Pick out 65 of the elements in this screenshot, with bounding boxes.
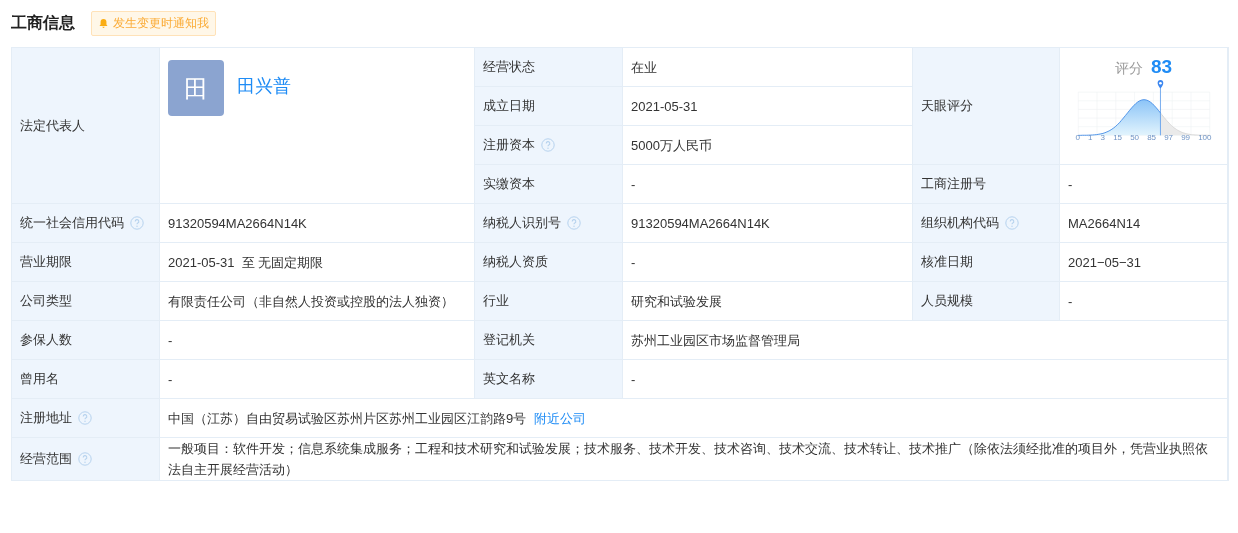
field-value: 有限责任公司（非自然人投资或控股的法人独资）: [160, 282, 474, 320]
field-label: 核准日期: [913, 243, 1059, 281]
help-icon[interactable]: [78, 452, 92, 466]
axis-label: 99: [1181, 133, 1191, 143]
field-label: 组织机构代码: [921, 214, 999, 232]
field-value: 2021−05−31: [1060, 243, 1227, 281]
axis-label: 3: [1100, 133, 1106, 143]
score-value: 83: [1150, 56, 1173, 77]
field-label: 注册资本: [483, 136, 535, 154]
field-value: MA2664N14: [1060, 204, 1227, 242]
field-value: -: [623, 165, 912, 203]
field-label: 注册地址: [20, 409, 72, 427]
help-icon[interactable]: [541, 138, 555, 152]
axis-label: 0: [1075, 133, 1080, 143]
field-value: 中国（江苏）自由贸易试验区苏州片区苏州工业园区江韵路9号: [168, 409, 527, 428]
axis-label: 100: [1198, 133, 1212, 143]
field-value: 5000万人民币: [623, 126, 912, 164]
field-label: 统一社会信用代码: [20, 214, 124, 232]
notify-button[interactable]: 发生变更时通知我: [91, 10, 216, 36]
axis-label: 85: [1147, 133, 1157, 143]
field-value: -: [1060, 282, 1227, 320]
axis-label: 50: [1130, 133, 1140, 143]
field-value: -: [623, 360, 1227, 398]
field-value: 91320594MA2664N14K: [623, 204, 912, 242]
field-value: 2021-05-31: [623, 87, 912, 125]
nearby-link[interactable]: 附近公司: [534, 407, 587, 429]
help-icon[interactable]: [78, 411, 92, 425]
help-icon[interactable]: [567, 216, 581, 230]
field-value: -: [160, 360, 474, 398]
field-label: 天眼评分: [913, 48, 1059, 164]
field-value: -: [1060, 165, 1227, 203]
field-value: 91320594MA2664N14K: [160, 204, 474, 242]
section-title: 工商信息: [11, 12, 75, 33]
field-label: 登记机关: [475, 321, 622, 359]
field-label: 经营状态: [475, 48, 622, 86]
avatar: 田: [168, 60, 224, 116]
axis-label: 15: [1113, 133, 1123, 143]
axis-label: 1: [1088, 133, 1093, 143]
field-value: 一般项目：软件开发；信息系统集成服务；工程和技术研究和试验发展；技术服务、技术开发、技术咨询、技术交流、技术转让、技术推广（除依法须经批准的项目外，凭营业执照依法自主开展经营活动）: [160, 438, 1227, 480]
field-label: 纳税人识别号: [483, 214, 561, 232]
field-value: 研究和试验发展: [623, 282, 912, 320]
score-caption: 评分: [1114, 59, 1143, 78]
field-label: 英文名称: [475, 360, 622, 398]
field-label: 曾用名: [12, 360, 159, 398]
field-value: -: [160, 321, 474, 359]
help-icon[interactable]: [1005, 216, 1019, 230]
field-label: 纳税人资质: [475, 243, 622, 281]
field-label: 营业期限: [12, 243, 159, 281]
field-label: 参保人数: [12, 321, 159, 359]
field-label: 公司类型: [12, 282, 159, 320]
field-label: 人员规模: [913, 282, 1059, 320]
help-icon[interactable]: [130, 216, 144, 230]
field-label: 工商注册号: [913, 165, 1059, 203]
field-label: 行业: [475, 282, 622, 320]
field-label: 法定代表人: [12, 48, 159, 203]
field-label: 实缴资本: [475, 165, 622, 203]
field-label: 成立日期: [475, 87, 622, 125]
axis-label: 97: [1164, 133, 1174, 143]
field-value: 在业: [623, 48, 912, 86]
field-value: 2021-05-31 至 无固定期限: [160, 243, 474, 281]
person-link[interactable]: 田兴普: [237, 76, 291, 97]
field-label: 经营范围: [20, 450, 72, 468]
field-value: -: [623, 243, 912, 281]
bell-icon: [98, 17, 109, 29]
field-value: 苏州工业园区市场监督管理局: [623, 321, 1227, 359]
